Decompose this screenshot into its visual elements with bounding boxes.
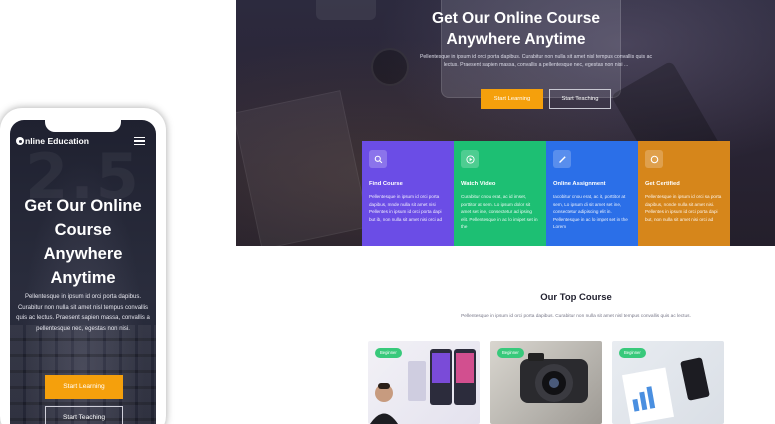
start-teaching-button[interactable]: Start Teaching <box>549 89 611 109</box>
mobile-hero-description: Pellentesque in ipsum id orci porta dapi… <box>16 294 150 332</box>
search-icon <box>369 150 387 168</box>
hero-background-camera <box>316 0 376 20</box>
mobile-logo[interactable]: nline Education <box>16 136 89 146</box>
logo-icon <box>16 137 24 145</box>
feature-title: Get Certified <box>645 181 680 187</box>
logo-text: nline Education <box>25 136 89 146</box>
mobile-start-learning-button[interactable]: Start Learning <box>45 375 123 399</box>
feature-card-online-assignment[interactable]: Online Assignment Iacobitur cnou erat, a… <box>546 141 638 246</box>
mobile-hero-title: Get Our Online Course Anywhere Anytime <box>24 197 142 287</box>
courses-title: Our Top Course <box>540 292 612 303</box>
mobile-start-teaching-button[interactable]: Start Teaching <box>45 406 123 424</box>
feature-cards: Find Course Pellentesque in ipsum id orc… <box>362 141 730 246</box>
hero-description: Pellentesque in ipsum id orci porta dapi… <box>419 54 653 68</box>
feature-title: Find Course <box>369 181 403 187</box>
hero-title: Get Our Online Course Anywhere Anytime <box>432 10 600 48</box>
course-level-badge: Beginner <box>497 348 524 358</box>
feature-card-watch-video[interactable]: Watch Video Curabitur cnou erat, ac id i… <box>454 141 546 246</box>
play-icon <box>461 150 479 168</box>
certificate-icon <box>645 150 663 168</box>
feature-description: Curabitur cnou erat, ac id imset, portti… <box>461 194 538 230</box>
mobile-preview: 2.5 nline Education Get Our Online Cours… <box>0 108 166 424</box>
hero-background-notebook <box>236 90 370 246</box>
feature-card-get-certified[interactable]: Get Certified Pellentesque in ipsum id o… <box>638 141 730 246</box>
course-level-badge: Beginner <box>375 348 402 358</box>
course-card[interactable]: Beginner <box>612 341 724 424</box>
feature-card-find-course[interactable]: Find Course Pellentesque in ipsum id orc… <box>362 141 454 246</box>
course-level-badge: Beginner <box>619 348 646 358</box>
hero-background-cup <box>371 48 409 86</box>
phone-notch <box>45 118 121 132</box>
pencil-icon <box>553 150 571 168</box>
feature-description: Iacobitur cnou erat, ac it, porttitor at… <box>553 194 628 230</box>
mobile-screen: 2.5 nline Education Get Our Online Cours… <box>10 120 156 424</box>
feature-description: Pellentesque in ipsum id orci porta dapi… <box>369 194 443 222</box>
feature-title: Online Assignment <box>553 181 606 187</box>
desktop-preview: Get Our Online Course Anywhere Anytime P… <box>236 0 775 424</box>
hamburger-menu-icon[interactable] <box>134 137 145 145</box>
feature-description: Pellentesque in ipsum id orci sa porta d… <box>645 194 722 222</box>
start-learning-button[interactable]: Start Learning <box>481 89 543 109</box>
course-card[interactable]: Beginner <box>490 341 602 424</box>
courses-description: Pellentesque in ipsum id orci porta dapi… <box>461 314 691 319</box>
feature-title: Watch Video <box>461 181 496 187</box>
course-card[interactable]: Beginner <box>368 341 480 424</box>
hero-section: Get Our Online Course Anywhere Anytime P… <box>236 0 775 246</box>
course-card-list: Beginner Beginner Beginner <box>368 341 724 424</box>
